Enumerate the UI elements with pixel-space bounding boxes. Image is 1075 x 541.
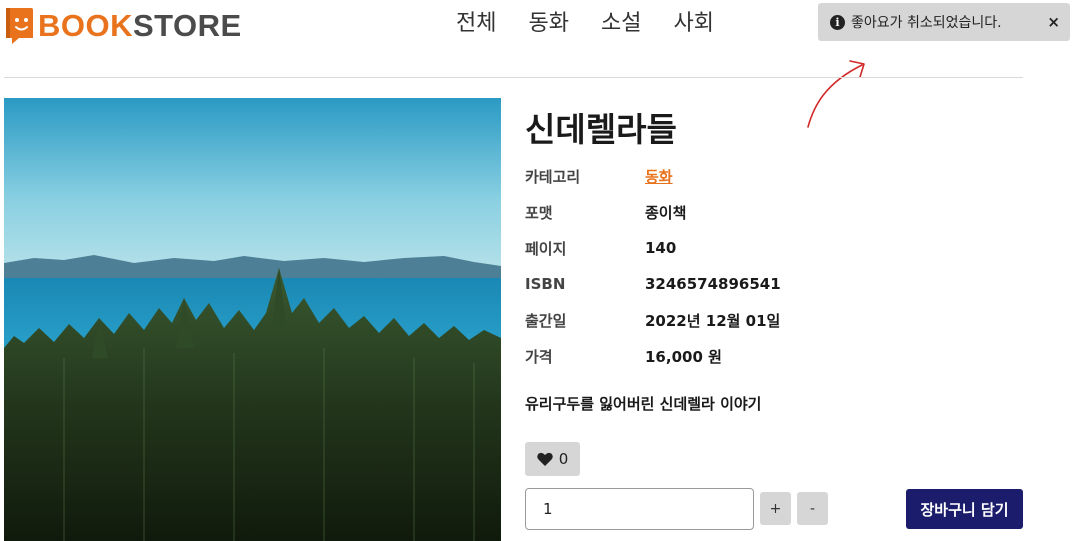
- info-value: 종이책: [645, 203, 687, 222]
- brand-logo[interactable]: BOOKSTORE: [4, 7, 242, 45]
- info-row-pubdate: 출간일 2022년 12월 01일: [525, 302, 781, 338]
- info-key: 카테고리: [525, 167, 581, 186]
- category-link[interactable]: 동화: [645, 166, 673, 187]
- add-to-cart-button[interactable]: 장바구니 담기: [906, 489, 1023, 529]
- brand-name: BOOKSTORE: [38, 8, 242, 43]
- nav-item-all[interactable]: 전체: [448, 8, 512, 40]
- toast-close-button[interactable]: ×: [1047, 13, 1060, 31]
- book-detail-page: BOOKSTORE 전체 동화 소설 사회 i 좋아요가 취소되었습니다. ×: [0, 0, 1075, 541]
- nav-item-fairytale[interactable]: 동화: [512, 8, 584, 40]
- info-row-pages: 페이지 140: [525, 230, 781, 266]
- nav-item-society[interactable]: 사회: [657, 8, 729, 40]
- book-summary: 유리구두를 잃어버린 신데렐라 이야기: [525, 395, 762, 413]
- info-row-format: 포맷 종이책: [525, 194, 781, 230]
- category-nav: 전체 동화 소설 사회: [448, 8, 730, 40]
- info-row-category: 카테고리 동화: [525, 158, 781, 194]
- book-title: 신데렐라들: [525, 110, 677, 149]
- like-button[interactable]: 0: [525, 442, 580, 476]
- like-count: 0: [558, 450, 569, 468]
- book-cover-image: [4, 98, 501, 541]
- info-value: 2022년 12월 01일: [645, 311, 781, 330]
- quantity-increase-button[interactable]: +: [760, 492, 791, 525]
- info-key: 포맷: [525, 203, 553, 222]
- toast-message: 좋아요가 취소되었습니다.: [851, 15, 1002, 31]
- info-key: ISBN: [525, 275, 566, 293]
- quantity-decrease-button[interactable]: -: [797, 492, 828, 525]
- info-row-price: 가격 16,000 원: [525, 338, 781, 374]
- info-row-isbn: ISBN 3246574896541: [525, 266, 781, 302]
- info-key: 페이지: [525, 239, 567, 258]
- toast-notification: i 좋아요가 취소되었습니다. ×: [818, 3, 1070, 41]
- info-key: 가격: [525, 347, 553, 366]
- info-value: 140: [645, 239, 677, 257]
- book-logo-icon: [6, 8, 33, 44]
- nav-item-novel[interactable]: 소설: [585, 8, 657, 40]
- book-info-table: 카테고리 동화 포맷 종이책 페이지 140 ISBN 324657489654…: [525, 158, 781, 374]
- info-value: 3246574896541: [645, 275, 781, 293]
- header-divider: [4, 77, 1023, 78]
- info-icon: i: [830, 14, 845, 30]
- quantity-input[interactable]: [525, 488, 754, 530]
- heart-icon: [536, 452, 553, 466]
- annotation-arrow: [807, 60, 865, 128]
- info-value: 16,000 원: [645, 347, 722, 366]
- info-key: 출간일: [525, 311, 567, 330]
